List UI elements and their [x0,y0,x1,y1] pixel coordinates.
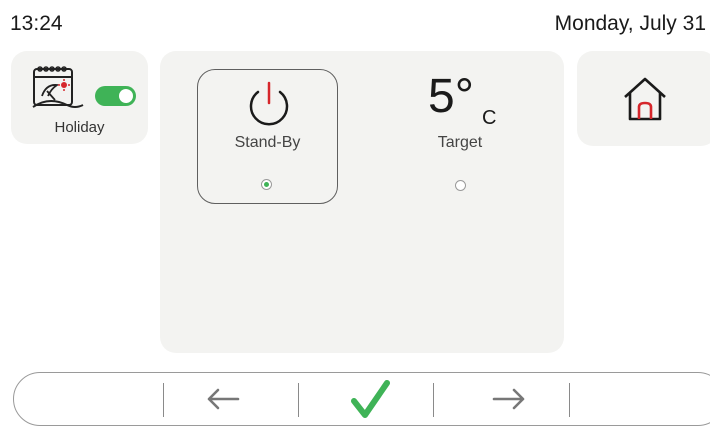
status-time: 13:24 [10,12,63,35]
arrow-left-icon [207,388,240,410]
holiday-card[interactable]: Holiday [11,51,148,144]
home-icon [624,77,666,121]
standby-radio[interactable] [261,179,272,190]
target-temperature: 5° [428,70,474,123]
target-label: Target [437,134,483,151]
power-icon [249,81,289,126]
standby-label: Stand-By [234,134,301,151]
calendar-beach-icon [32,66,84,108]
forward-button[interactable] [479,379,539,419]
temperature-unit: C [482,107,497,129]
toggle-knob [119,89,133,103]
target-radio[interactable] [455,180,466,191]
home-button[interactable] [577,51,710,146]
status-date: Monday, July 31 [554,12,706,35]
nav-divider [163,383,164,417]
nav-divider [433,383,434,417]
holiday-toggle[interactable] [95,86,136,106]
confirm-button[interactable] [340,379,400,419]
back-button[interactable] [193,379,253,419]
arrow-right-icon [492,388,525,410]
standby-mode-button[interactable]: Stand-By [197,69,338,204]
target-mode-button[interactable]: 5° C Target [398,69,528,204]
mode-panel: Stand-By 5° C Target [160,51,564,353]
nav-divider [569,383,570,417]
holiday-label: Holiday [54,119,105,136]
checkmark-icon [351,380,390,418]
nav-divider [298,383,299,417]
